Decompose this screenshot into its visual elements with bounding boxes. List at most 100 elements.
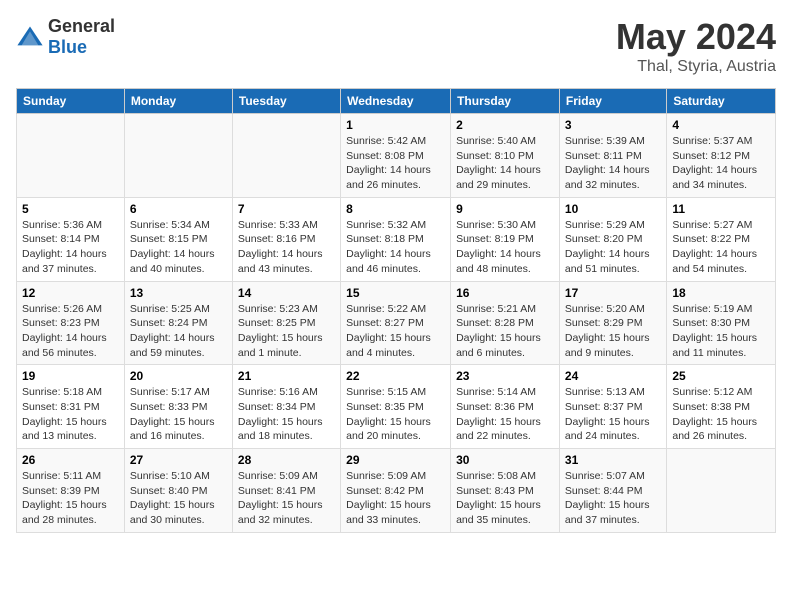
day-info: Sunrise: 5:34 AM Sunset: 8:15 PM Dayligh… bbox=[130, 218, 227, 277]
day-number: 29 bbox=[346, 453, 445, 467]
calendar-cell bbox=[232, 114, 340, 198]
day-info: Sunrise: 5:32 AM Sunset: 8:18 PM Dayligh… bbox=[346, 218, 445, 277]
page-header: General Blue May 2024 Thal, Styria, Aust… bbox=[16, 16, 776, 76]
logo: General Blue bbox=[16, 16, 115, 58]
day-info: Sunrise: 5:09 AM Sunset: 8:42 PM Dayligh… bbox=[346, 469, 445, 528]
day-number: 26 bbox=[22, 453, 119, 467]
day-info: Sunrise: 5:25 AM Sunset: 8:24 PM Dayligh… bbox=[130, 302, 227, 361]
day-number: 16 bbox=[456, 286, 554, 300]
day-number: 27 bbox=[130, 453, 227, 467]
calendar-cell: 31Sunrise: 5:07 AM Sunset: 8:44 PM Dayli… bbox=[559, 449, 666, 533]
day-number: 5 bbox=[22, 202, 119, 216]
day-info: Sunrise: 5:09 AM Sunset: 8:41 PM Dayligh… bbox=[238, 469, 335, 528]
day-number: 20 bbox=[130, 369, 227, 383]
calendar-cell: 7Sunrise: 5:33 AM Sunset: 8:16 PM Daylig… bbox=[232, 197, 340, 281]
calendar-cell: 8 Sunrise: 5:32 AM Sunset: 8:18 PM Daylig… bbox=[341, 197, 451, 281]
calendar-cell: 9Sunrise: 5:30 AM Sunset: 8:19 PM Daylig… bbox=[451, 197, 560, 281]
calendar-cell: 15 Sunrise: 5:22 AM Sunset: 8:27 PM Dayli… bbox=[341, 281, 451, 365]
day-number: 10 bbox=[565, 202, 661, 216]
weekday-header-cell: Thursday bbox=[451, 89, 560, 114]
day-info: Sunrise: 5:29 AM Sunset: 8:20 PM Dayligh… bbox=[565, 218, 661, 277]
calendar-cell: 6 Sunrise: 5:34 AM Sunset: 8:15 PM Daylig… bbox=[124, 197, 232, 281]
day-number: 18 bbox=[672, 286, 770, 300]
day-number: 3 bbox=[565, 118, 661, 132]
calendar-cell: 17Sunrise: 5:20 AM Sunset: 8:29 PM Dayli… bbox=[559, 281, 666, 365]
calendar-week-row: 12Sunrise: 5:26 AM Sunset: 8:23 PM Dayli… bbox=[17, 281, 776, 365]
calendar-cell: 5 Sunrise: 5:36 AM Sunset: 8:14 PM Daylig… bbox=[17, 197, 125, 281]
day-info: Sunrise: 5:40 AM Sunset: 8:10 PM Dayligh… bbox=[456, 134, 554, 193]
logo-text-general: General bbox=[48, 16, 115, 36]
weekday-header-row: SundayMondayTuesdayWednesdayThursdayFrid… bbox=[17, 89, 776, 114]
logo-icon bbox=[16, 23, 44, 51]
calendar-cell: 20 Sunrise: 5:17 AM Sunset: 8:33 PM Dayli… bbox=[124, 365, 232, 449]
calendar-cell: 3 Sunrise: 5:39 AM Sunset: 8:11 PM Daylig… bbox=[559, 114, 666, 198]
calendar-cell: 25 Sunrise: 5:12 AM Sunset: 8:38 PM Dayli… bbox=[667, 365, 776, 449]
weekday-header-cell: Monday bbox=[124, 89, 232, 114]
day-number: 19 bbox=[22, 369, 119, 383]
calendar-cell: 12Sunrise: 5:26 AM Sunset: 8:23 PM Dayli… bbox=[17, 281, 125, 365]
calendar-cell: 19 Sunrise: 5:18 AM Sunset: 8:31 PM Dayli… bbox=[17, 365, 125, 449]
day-info: Sunrise: 5:17 AM Sunset: 8:33 PM Dayligh… bbox=[130, 385, 227, 444]
calendar-cell: 1 Sunrise: 5:42 AM Sunset: 8:08 PM Daylig… bbox=[341, 114, 451, 198]
day-number: 24 bbox=[565, 369, 661, 383]
day-info: Sunrise: 5:22 AM Sunset: 8:27 PM Dayligh… bbox=[346, 302, 445, 361]
weekday-header-cell: Tuesday bbox=[232, 89, 340, 114]
calendar-cell: 13 Sunrise: 5:25 AM Sunset: 8:24 PM Dayli… bbox=[124, 281, 232, 365]
calendar-week-row: 19 Sunrise: 5:18 AM Sunset: 8:31 PM Dayli… bbox=[17, 365, 776, 449]
subtitle: Thal, Styria, Austria bbox=[616, 58, 776, 76]
day-info: Sunrise: 5:18 AM Sunset: 8:31 PM Dayligh… bbox=[22, 385, 119, 444]
calendar-cell: 18 Sunrise: 5:19 AM Sunset: 8:30 PM Dayli… bbox=[667, 281, 776, 365]
day-info: Sunrise: 5:14 AM Sunset: 8:36 PM Dayligh… bbox=[456, 385, 554, 444]
calendar-cell: 30Sunrise: 5:08 AM Sunset: 8:43 PM Dayli… bbox=[451, 449, 560, 533]
calendar-week-row: 5 Sunrise: 5:36 AM Sunset: 8:14 PM Daylig… bbox=[17, 197, 776, 281]
calendar-cell: 14 Sunrise: 5:23 AM Sunset: 8:25 PM Dayli… bbox=[232, 281, 340, 365]
day-info: Sunrise: 5:42 AM Sunset: 8:08 PM Dayligh… bbox=[346, 134, 445, 193]
calendar-week-row: 26Sunrise: 5:11 AM Sunset: 8:39 PM Dayli… bbox=[17, 449, 776, 533]
day-info: Sunrise: 5:27 AM Sunset: 8:22 PM Dayligh… bbox=[672, 218, 770, 277]
day-info: Sunrise: 5:12 AM Sunset: 8:38 PM Dayligh… bbox=[672, 385, 770, 444]
calendar-cell: 23 Sunrise: 5:14 AM Sunset: 8:36 PM Dayli… bbox=[451, 365, 560, 449]
weekday-header-cell: Saturday bbox=[667, 89, 776, 114]
calendar-cell: 29 Sunrise: 5:09 AM Sunset: 8:42 PM Dayli… bbox=[341, 449, 451, 533]
calendar-cell: 27 Sunrise: 5:10 AM Sunset: 8:40 PM Dayli… bbox=[124, 449, 232, 533]
day-number: 2 bbox=[456, 118, 554, 132]
calendar-week-row: 1 Sunrise: 5:42 AM Sunset: 8:08 PM Daylig… bbox=[17, 114, 776, 198]
calendar-table: SundayMondayTuesdayWednesdayThursdayFrid… bbox=[16, 88, 776, 533]
day-number: 22 bbox=[346, 369, 445, 383]
day-info: Sunrise: 5:36 AM Sunset: 8:14 PM Dayligh… bbox=[22, 218, 119, 277]
day-number: 1 bbox=[346, 118, 445, 132]
day-number: 15 bbox=[346, 286, 445, 300]
weekday-header-cell: Friday bbox=[559, 89, 666, 114]
day-info: Sunrise: 5:37 AM Sunset: 8:12 PM Dayligh… bbox=[672, 134, 770, 193]
day-info: Sunrise: 5:19 AM Sunset: 8:30 PM Dayligh… bbox=[672, 302, 770, 361]
day-number: 23 bbox=[456, 369, 554, 383]
day-info: Sunrise: 5:10 AM Sunset: 8:40 PM Dayligh… bbox=[130, 469, 227, 528]
day-info: Sunrise: 5:13 AM Sunset: 8:37 PM Dayligh… bbox=[565, 385, 661, 444]
day-info: Sunrise: 5:16 AM Sunset: 8:34 PM Dayligh… bbox=[238, 385, 335, 444]
day-info: Sunrise: 5:39 AM Sunset: 8:11 PM Dayligh… bbox=[565, 134, 661, 193]
calendar-cell: 21 Sunrise: 5:16 AM Sunset: 8:34 PM Dayli… bbox=[232, 365, 340, 449]
main-title: May 2024 bbox=[616, 16, 776, 58]
calendar-cell bbox=[124, 114, 232, 198]
day-number: 9 bbox=[456, 202, 554, 216]
calendar-cell: 4Sunrise: 5:37 AM Sunset: 8:12 PM Daylig… bbox=[667, 114, 776, 198]
calendar-cell bbox=[17, 114, 125, 198]
calendar-body: 1 Sunrise: 5:42 AM Sunset: 8:08 PM Daylig… bbox=[17, 114, 776, 533]
day-number: 25 bbox=[672, 369, 770, 383]
day-info: Sunrise: 5:26 AM Sunset: 8:23 PM Dayligh… bbox=[22, 302, 119, 361]
day-number: 6 bbox=[130, 202, 227, 216]
day-number: 21 bbox=[238, 369, 335, 383]
day-number: 13 bbox=[130, 286, 227, 300]
calendar-cell: 2 Sunrise: 5:40 AM Sunset: 8:10 PM Daylig… bbox=[451, 114, 560, 198]
day-info: Sunrise: 5:07 AM Sunset: 8:44 PM Dayligh… bbox=[565, 469, 661, 528]
day-number: 30 bbox=[456, 453, 554, 467]
day-info: Sunrise: 5:23 AM Sunset: 8:25 PM Dayligh… bbox=[238, 302, 335, 361]
day-info: Sunrise: 5:15 AM Sunset: 8:35 PM Dayligh… bbox=[346, 385, 445, 444]
day-number: 7 bbox=[238, 202, 335, 216]
calendar-cell: 28Sunrise: 5:09 AM Sunset: 8:41 PM Dayli… bbox=[232, 449, 340, 533]
day-number: 8 bbox=[346, 202, 445, 216]
day-info: Sunrise: 5:20 AM Sunset: 8:29 PM Dayligh… bbox=[565, 302, 661, 361]
day-number: 14 bbox=[238, 286, 335, 300]
logo-text-blue: Blue bbox=[48, 37, 87, 57]
calendar-cell bbox=[667, 449, 776, 533]
